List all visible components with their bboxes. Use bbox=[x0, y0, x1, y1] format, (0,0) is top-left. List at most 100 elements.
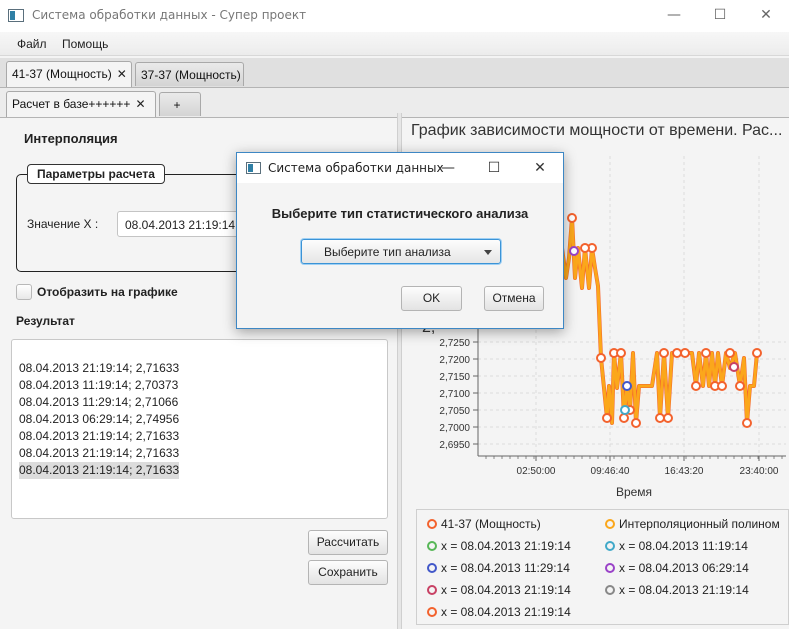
x-tick-label: 09:46:40 bbox=[591, 466, 630, 477]
result-item-selected[interactable]: 08.04.2013 21:19:14; 2,71633 bbox=[19, 462, 180, 479]
chevron-down-icon bbox=[484, 250, 492, 255]
y-tick-label: 2,7250 bbox=[439, 338, 470, 349]
dialog-header: Выберите тип статистического анализа bbox=[271, 206, 529, 221]
x-value-field[interactable]: 08.04.2013 21:19:14 bbox=[117, 211, 253, 237]
marker-06-29 bbox=[569, 246, 579, 256]
tab-label: 41-37 (Мощность) bbox=[12, 67, 112, 81]
tab-calc-in-base[interactable]: Расчет в базе++++++ ✕ bbox=[6, 91, 156, 117]
tab-41-37[interactable]: 41-37 (Мощность) ✕ bbox=[6, 61, 132, 87]
result-item[interactable]: 08.04.2013 11:29:14; 2,71066 bbox=[19, 394, 178, 411]
data-point bbox=[659, 348, 669, 358]
tab-row-primary: 41-37 (Мощность) ✕ 37-37 (Мощность) bbox=[0, 58, 789, 88]
minimize-button[interactable]: — bbox=[651, 0, 697, 32]
legend-marker-icon bbox=[605, 585, 615, 595]
legend-item: x = 08.04.2013 06:29:14 bbox=[605, 561, 749, 575]
maximize-button[interactable]: ☐ bbox=[697, 0, 743, 32]
y-tick-label: 2,7050 bbox=[439, 406, 470, 417]
data-point bbox=[663, 413, 673, 423]
analysis-type-value: Выберите тип анализа bbox=[324, 245, 451, 259]
marker-11-19 bbox=[620, 405, 630, 415]
marker-11-29 bbox=[622, 381, 632, 391]
ok-button[interactable]: OK bbox=[401, 286, 462, 311]
data-point bbox=[567, 213, 577, 223]
tab-label: Расчет в базе++++++ bbox=[12, 97, 131, 111]
result-item[interactable]: 08.04.2013 21:19:14; 2,71633 bbox=[19, 428, 179, 445]
chart-title: График зависимости мощности от времени. … bbox=[411, 122, 783, 139]
x-value-label: Значение Х : bbox=[27, 217, 99, 231]
tab-close-icon[interactable]: ✕ bbox=[135, 97, 145, 111]
legend-label: x = 08.04.2013 21:19:14 bbox=[619, 583, 749, 597]
legend-item: Интерполяционный полином bbox=[605, 517, 780, 531]
params-legend: Параметры расчета bbox=[27, 164, 165, 184]
data-point bbox=[580, 243, 590, 253]
legend-item: x = 08.04.2013 21:19:14 bbox=[427, 539, 571, 553]
y-tick-label: 2,7100 bbox=[439, 389, 470, 400]
legend-item: 41-37 (Мощность) bbox=[427, 517, 541, 531]
window-title: Система обработки данных - Супер проект bbox=[32, 8, 307, 22]
data-point bbox=[735, 381, 745, 391]
legend-item: x = 08.04.2013 11:19:14 bbox=[605, 539, 748, 553]
legend-label: x = 08.04.2013 11:19:14 bbox=[619, 539, 748, 553]
x-axis-label: Время bbox=[616, 485, 652, 499]
calculate-button[interactable]: Рассчитать bbox=[308, 530, 388, 555]
legend-label: Интерполяционный полином bbox=[619, 517, 780, 531]
analysis-type-select[interactable]: Выберите тип анализа bbox=[301, 239, 501, 264]
data-point bbox=[602, 413, 612, 423]
result-title: Результат bbox=[16, 314, 75, 328]
data-point bbox=[680, 348, 690, 358]
legend-marker-icon bbox=[605, 563, 615, 573]
y-tick-label: 2,7200 bbox=[439, 355, 470, 366]
tab-add-button[interactable]: + bbox=[159, 92, 201, 116]
data-point bbox=[752, 348, 762, 358]
dialog-title: Система обработки данных bbox=[268, 161, 444, 175]
tab-close-icon[interactable]: ✕ bbox=[117, 67, 127, 81]
data-point bbox=[725, 348, 735, 358]
tab-37-37[interactable]: 37-37 (Мощность) bbox=[135, 62, 244, 86]
data-point bbox=[717, 381, 727, 391]
dialog-titlebar: Система обработки данных — ☐ ✕ bbox=[237, 153, 563, 183]
y-tick-label: 2,7150 bbox=[439, 372, 470, 383]
legend-label: x = 08.04.2013 11:29:14 bbox=[441, 561, 570, 575]
result-item[interactable]: 08.04.2013 21:19:14; 2,71633 bbox=[19, 445, 179, 462]
data-point bbox=[619, 413, 629, 423]
menu-help[interactable]: Помощь bbox=[62, 37, 108, 51]
save-button[interactable]: Сохранить bbox=[308, 560, 388, 585]
tab-label: 37-37 (Мощность) bbox=[141, 68, 241, 82]
legend-marker-icon bbox=[427, 585, 437, 595]
tab-row-secondary: Расчет в базе++++++ ✕ + bbox=[0, 88, 789, 118]
legend-label: x = 08.04.2013 06:29:14 bbox=[619, 561, 749, 575]
result-list[interactable]: 08.04.2013 21:19:14; 2,71633 08.04.2013 … bbox=[11, 339, 388, 519]
menu-bar: Файл Помощь bbox=[0, 32, 789, 56]
cancel-button[interactable]: Отмена bbox=[484, 286, 544, 311]
result-item[interactable]: 08.04.2013 21:19:14; 2,71633 bbox=[19, 360, 179, 377]
data-point bbox=[655, 413, 665, 423]
x-tick-label: 23:40:00 bbox=[740, 466, 779, 477]
result-item[interactable]: 08.04.2013 11:19:14; 2,70373 bbox=[19, 377, 178, 394]
analysis-dialog: Система обработки данных — ☐ ✕ Выберите … bbox=[236, 152, 564, 329]
dialog-close-button[interactable]: ✕ bbox=[517, 153, 563, 183]
legend-item: x = 08.04.2013 11:29:14 bbox=[427, 561, 570, 575]
data-point bbox=[596, 353, 606, 363]
menu-file[interactable]: Файл bbox=[17, 37, 47, 51]
dialog-maximize-button[interactable]: ☐ bbox=[471, 153, 517, 183]
dialog-minimize-button[interactable]: — bbox=[425, 153, 471, 183]
dialog-app-icon bbox=[246, 162, 261, 174]
show-on-chart-label: Отобразить на графике bbox=[37, 285, 178, 299]
window-titlebar: Система обработки данных - Супер проект … bbox=[0, 0, 789, 32]
data-point bbox=[672, 348, 682, 358]
data-point bbox=[616, 348, 626, 358]
legend-label: x = 08.04.2013 21:19:14 bbox=[441, 605, 571, 619]
app-icon bbox=[8, 9, 24, 22]
legend-marker-icon bbox=[605, 519, 615, 529]
legend-label: 41-37 (Мощность) bbox=[441, 517, 541, 531]
legend-marker-icon bbox=[605, 541, 615, 551]
close-button[interactable]: ✕ bbox=[743, 0, 789, 32]
plus-icon: + bbox=[173, 98, 181, 112]
legend-label: x = 08.04.2013 21:19:14 bbox=[441, 583, 571, 597]
legend-marker-icon bbox=[427, 519, 437, 529]
legend-label: x = 08.04.2013 21:19:14 bbox=[441, 539, 571, 553]
y-tick-label: 2,7000 bbox=[439, 423, 470, 434]
legend-item: x = 08.04.2013 21:19:14 bbox=[427, 583, 571, 597]
result-item[interactable]: 08.04.2013 06:29:14; 2,74956 bbox=[19, 411, 179, 428]
show-on-chart-checkbox[interactable] bbox=[16, 284, 32, 300]
